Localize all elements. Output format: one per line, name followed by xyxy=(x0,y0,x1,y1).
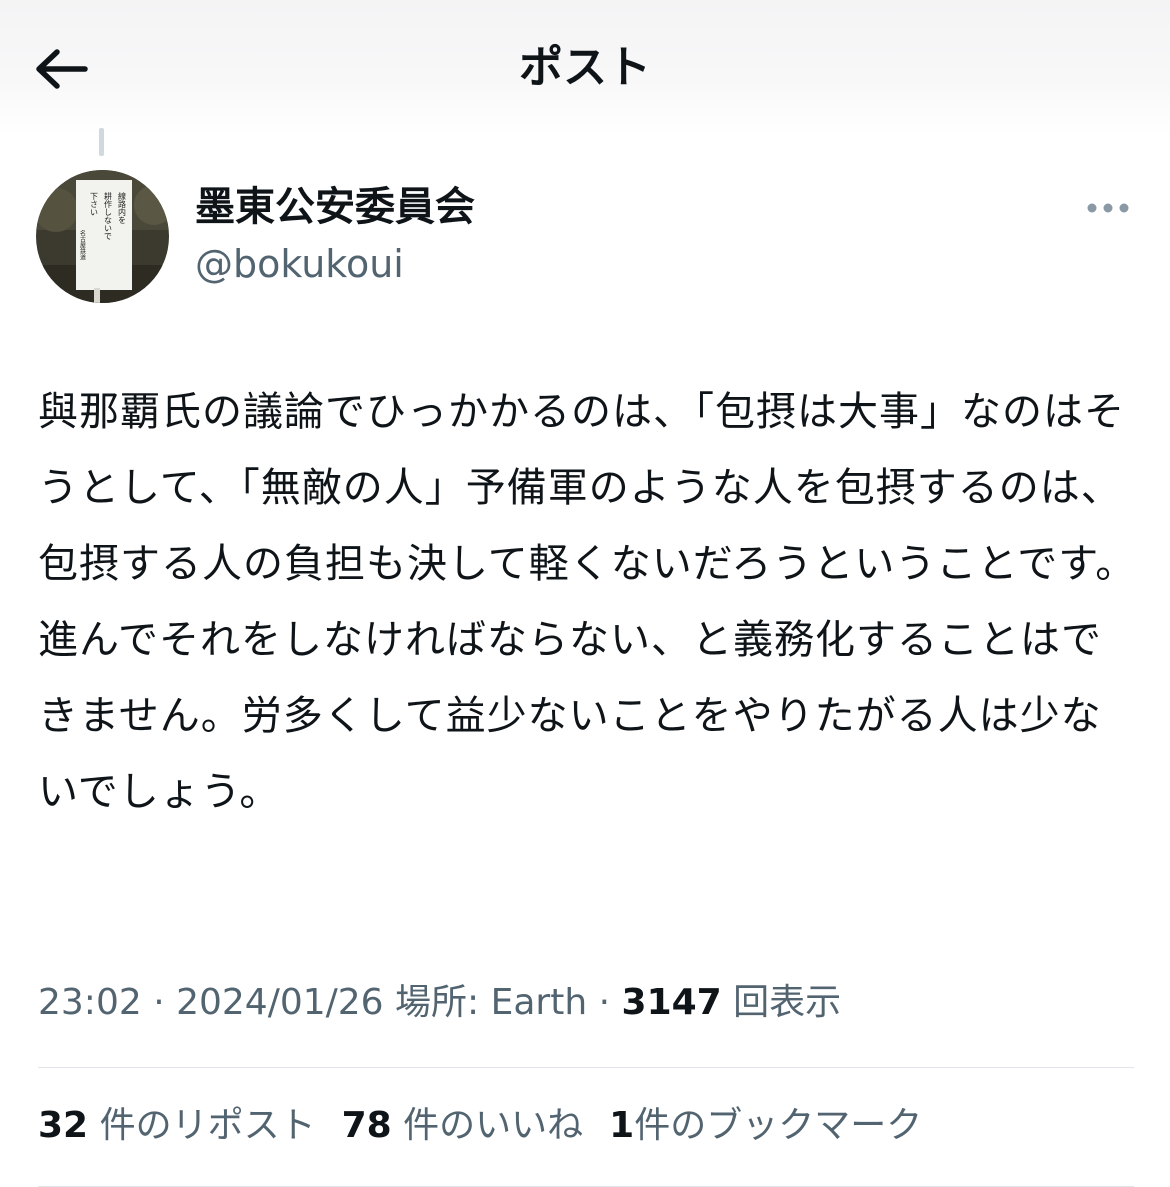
page-title: ポスト xyxy=(519,42,651,93)
views-label: 回表示 xyxy=(733,982,842,1023)
views-count: 3147 xyxy=(621,982,722,1023)
bookmarks-count: 1 xyxy=(609,1105,635,1146)
meta-separator: · xyxy=(141,982,177,1023)
more-options-button[interactable] xyxy=(1080,190,1136,226)
author-display-name[interactable]: 墨東公安委員会 xyxy=(195,180,475,234)
tweet-location: 場所: Earth xyxy=(395,982,588,1023)
likes-stat[interactable]: 78 件のいいね xyxy=(342,1098,584,1154)
avatar-sign-line-4: 名古屋鉄道 xyxy=(79,229,86,261)
bookmarks-stat[interactable]: 1件のブックマーク xyxy=(609,1098,922,1154)
reposts-label: 件のリポスト xyxy=(99,1105,316,1146)
tweet-body-text: 與那覇氏の議論でひっかかるのは、「包摂は大事」なのはそうとして、「無敵の人」予備… xyxy=(38,389,1137,815)
top-bar: ポスト xyxy=(0,0,1170,135)
tweet-date[interactable]: 2024/01/26 xyxy=(176,982,384,1023)
avatar-sign-line-3: 下さい xyxy=(90,192,99,216)
engagement-stats: 32 件のリポスト 78 件のいいね 1件のブックマーク xyxy=(38,1098,948,1154)
more-dots-icon xyxy=(1087,203,1129,213)
tweet-time[interactable]: 23:02 xyxy=(38,982,142,1023)
bookmarks-label: 件のブックマーク xyxy=(634,1105,923,1146)
thread-connector-line xyxy=(99,128,104,156)
avatar[interactable]: 線路内を 耕作しないで 下さい 名古屋鉄道 xyxy=(36,170,169,303)
meta-separator: · xyxy=(587,982,622,1023)
author-handle[interactable]: @bokukoui xyxy=(195,238,404,290)
avatar-sign-line-1: 線路内を xyxy=(118,191,127,224)
likes-label: 件のいいね xyxy=(403,1105,584,1146)
tweet-metadata: 23:02 · 2024/01/26 場所: Earth · 3147 回表示 xyxy=(38,975,841,1031)
avatar-sign-line-2: 耕作しないで xyxy=(104,191,113,240)
reposts-stat[interactable]: 32 件のリポスト xyxy=(38,1098,316,1154)
divider xyxy=(38,1067,1134,1068)
likes-count: 78 xyxy=(341,1105,392,1146)
reposts-count: 32 xyxy=(38,1105,89,1146)
